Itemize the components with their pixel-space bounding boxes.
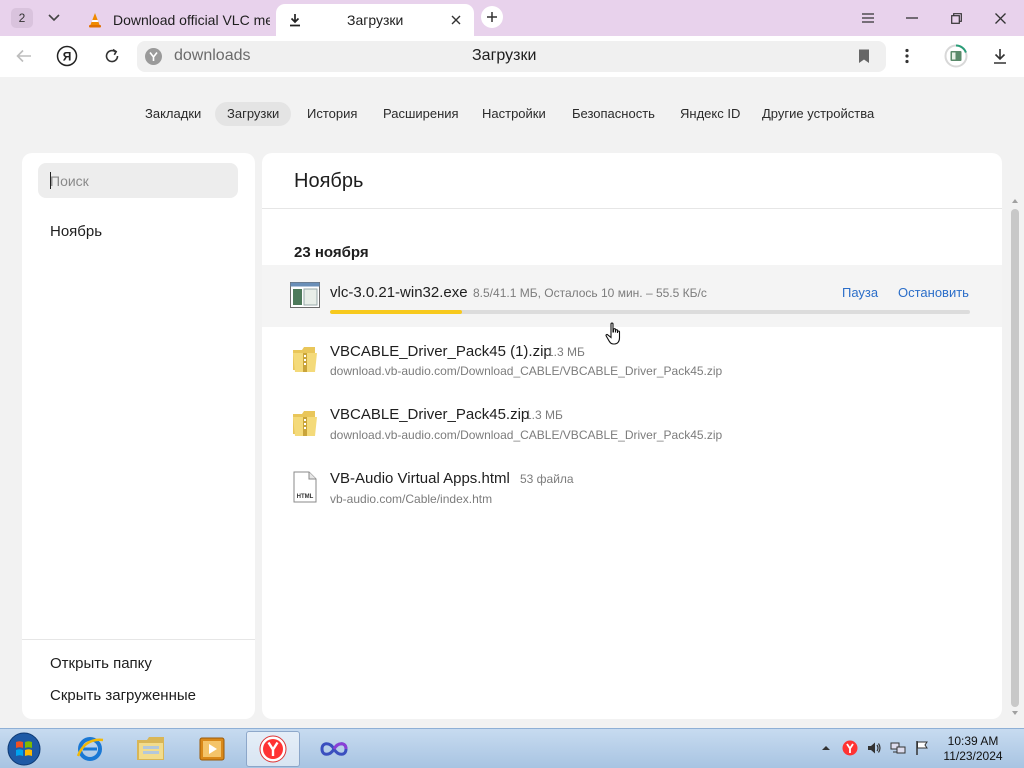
yandex-browser-taskbar-icon[interactable] (246, 731, 300, 767)
stop-button[interactable]: Остановить (898, 285, 969, 300)
nav-bookmarks[interactable]: Закладки (133, 102, 213, 126)
download-file-name[interactable]: VB-Audio Virtual Apps.html (330, 470, 510, 487)
settings-nav: Закладки Загрузки История Расширения Нас… (0, 102, 1024, 126)
tab-vlc[interactable]: Download official VLC media player (80, 4, 270, 36)
progress-fill (330, 310, 463, 314)
download-source-url[interactable]: vb-audio.com/Cable/index.htm (330, 492, 492, 506)
downloads-list-panel: Ноябрь 23 ноября vlc-3.0.21-win32.exe 8.… (262, 153, 1002, 719)
hide-downloaded-button[interactable]: Скрыть загруженные (50, 687, 196, 704)
tab-counter[interactable]: 2 (11, 8, 33, 28)
vlc-cone-icon (87, 12, 103, 28)
more-options-icon[interactable] (895, 44, 919, 68)
volume-icon[interactable] (866, 740, 882, 756)
tab-title: Загрузки (347, 12, 404, 28)
open-folder-button[interactable]: Открыть папку (50, 655, 152, 672)
svg-text:Я: Я (63, 50, 72, 64)
new-tab-plus-icon[interactable] (481, 6, 503, 28)
address-bar[interactable]: downloads Загрузки (137, 41, 886, 72)
download-file-size: 1.3 МБ (547, 345, 585, 359)
downloads-sidebar: Ноябрь Открыть папку Скрыть загруженные (22, 153, 255, 719)
reload-icon[interactable] (100, 44, 124, 68)
download-file-size: 53 файла (520, 472, 574, 486)
address-url: downloads (174, 47, 251, 64)
address-page-title: Загрузки (472, 47, 537, 64)
download-icon (287, 12, 303, 28)
nav-yandex-id[interactable]: Яндекс ID (668, 102, 752, 126)
exe-installer-icon (289, 279, 321, 311)
yandex-logo-icon[interactable]: Я (55, 44, 79, 68)
download-source-url[interactable]: download.vb-audio.com/Download_CABLE/VBC… (330, 428, 722, 442)
html-file-icon: HTML (289, 471, 321, 503)
start-button[interactable] (4, 730, 44, 768)
download-progress-icon[interactable] (944, 44, 968, 68)
downloads-icon[interactable] (988, 44, 1012, 68)
download-file-name[interactable]: VBCABLE_Driver_Pack45 (1).zip (330, 343, 552, 360)
download-file-name[interactable]: vlc-3.0.21-win32.exe (330, 284, 468, 301)
nav-settings[interactable]: Настройки (470, 102, 558, 126)
windows-taskbar: 10:39 AM 11/23/2024 (0, 728, 1024, 768)
menu-icon[interactable] (856, 6, 880, 30)
minimize-icon[interactable] (900, 6, 924, 30)
divider (262, 208, 1002, 209)
browser-toolbar: Я downloads Загрузки (0, 36, 1024, 77)
show-hidden-icons-icon[interactable] (818, 740, 834, 756)
download-progress-bar (330, 310, 970, 314)
nav-security[interactable]: Безопасность (560, 102, 667, 126)
scroll-up-arrow-icon[interactable] (1011, 197, 1019, 205)
clock-time: 10:39 AM (947, 734, 999, 748)
scroll-down-arrow-icon[interactable] (1011, 709, 1019, 717)
file-explorer-icon[interactable] (124, 731, 178, 767)
download-file-size: 1.3 МБ (525, 408, 563, 422)
internet-explorer-icon[interactable] (63, 731, 117, 767)
nav-other-devices[interactable]: Другие устройства (750, 102, 886, 126)
tab-list-chevron-icon[interactable] (42, 6, 66, 30)
bookmark-icon[interactable] (858, 49, 870, 64)
tab-title: Download official VLC media player (113, 12, 270, 28)
network-icon[interactable] (890, 740, 906, 756)
clock-date: 11/23/2024 (943, 749, 1003, 763)
close-tab-icon[interactable] (448, 12, 464, 28)
text-caret (50, 172, 51, 189)
download-source-url[interactable]: download.vb-audio.com/Download_CABLE/VBC… (330, 364, 722, 378)
date-heading: 23 ноября (294, 244, 369, 261)
tab-strip: 2 Download official VLC media player Заг… (0, 0, 1024, 36)
sidebar-item-november[interactable]: Ноябрь (50, 223, 102, 240)
page-scrollbar[interactable] (1009, 195, 1021, 718)
close-window-icon[interactable] (988, 6, 1012, 30)
media-player-icon[interactable] (185, 731, 239, 767)
nav-extensions[interactable]: Расширения (371, 102, 471, 126)
tab-downloads[interactable]: Загрузки (276, 4, 474, 36)
zip-folder-icon (289, 343, 321, 375)
month-title: Ноябрь (294, 170, 364, 192)
site-info-icon[interactable] (145, 48, 162, 65)
download-status: 8.5/41.1 МБ, Осталось 10 мин. – 55.5 КБ/… (473, 286, 707, 300)
download-file-name[interactable]: VBCABLE_Driver_Pack45.zip (330, 406, 529, 423)
back-arrow-icon[interactable] (12, 44, 36, 68)
nav-downloads[interactable]: Загрузки (215, 102, 292, 126)
active-download-row[interactable]: vlc-3.0.21-win32.exe 8.5/41.1 МБ, Остало… (262, 265, 1002, 327)
scrollbar-thumb[interactable] (1011, 209, 1019, 707)
nav-history[interactable]: История (295, 102, 369, 126)
system-clock[interactable]: 10:39 AM 11/23/2024 (938, 734, 1008, 764)
zip-folder-icon (289, 407, 321, 439)
restore-icon[interactable] (944, 6, 968, 30)
hand-cursor-icon (605, 322, 621, 345)
divider (22, 639, 255, 640)
svg-text:HTML: HTML (297, 494, 314, 500)
yandex-tray-icon[interactable] (842, 740, 858, 756)
pause-button[interactable]: Пауза (842, 285, 878, 300)
action-center-flag-icon[interactable] (914, 740, 930, 756)
infinity-app-icon[interactable] (307, 731, 361, 767)
search-input[interactable] (38, 163, 238, 198)
